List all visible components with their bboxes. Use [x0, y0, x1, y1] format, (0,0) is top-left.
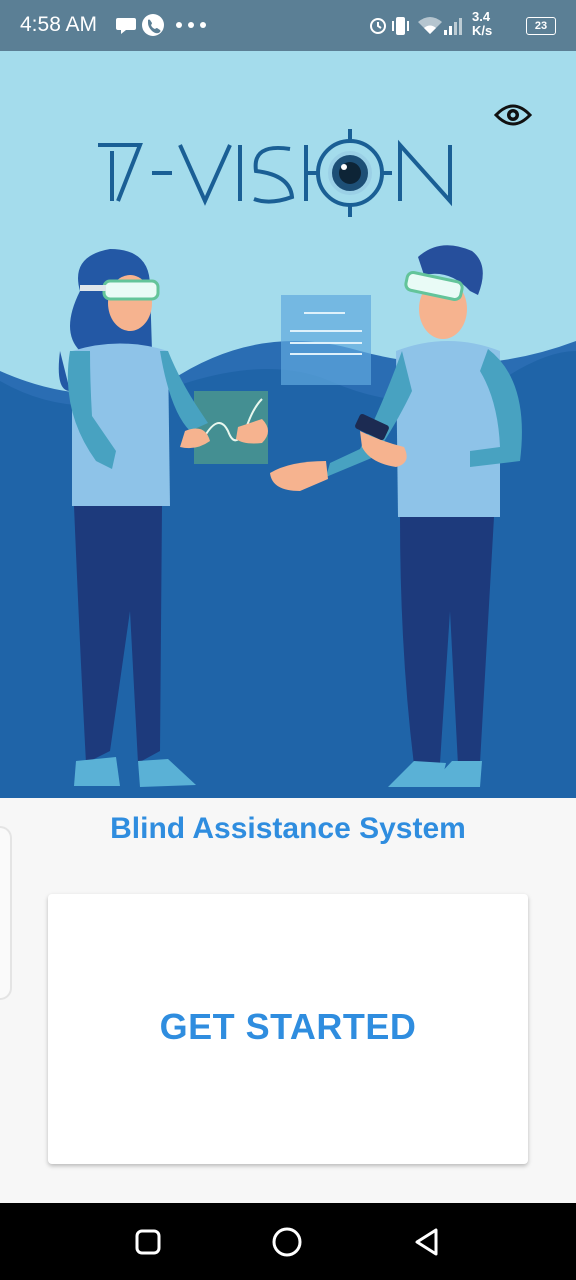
recents-square-icon[interactable]: [131, 1225, 165, 1259]
home-circle-icon[interactable]: [270, 1225, 304, 1259]
net-speed-value: 3.4: [472, 9, 491, 24]
hero-illustration: [0, 51, 576, 798]
net-speed: 3.4 K/s: [472, 10, 492, 38]
ivision-logo: [98, 129, 452, 217]
wifi-icon: [418, 17, 442, 34]
eye-icon[interactable]: [494, 101, 532, 129]
get-started-card[interactable]: GET STARTED: [48, 894, 528, 1164]
chat-bubble-icon: [116, 18, 136, 34]
notification-icons: [116, 14, 206, 36]
get-started-button[interactable]: GET STARTED: [48, 1006, 528, 1048]
back-triangle-icon[interactable]: [410, 1225, 444, 1259]
net-speed-unit: K/s: [472, 23, 493, 38]
alarm-icon: [370, 18, 386, 34]
signal-icon: [444, 18, 462, 35]
floating-panel-doc: [281, 295, 371, 385]
status-right: 3.4 K/s 23: [368, 10, 558, 42]
status-bar: 4:58 AM 3.4 K/s 23: [0, 0, 576, 51]
scene-art: [0, 129, 576, 798]
status-time: 4:58 AM: [20, 13, 98, 36]
app-subtitle: Blind Assistance System: [110, 812, 466, 845]
system-nav-bar: [0, 1203, 576, 1280]
phone-icon: [142, 14, 164, 36]
more-dots-icon: [176, 22, 206, 28]
battery-level: 23: [534, 20, 548, 32]
battery-icon: 23: [526, 17, 556, 35]
vibrate-icon: [392, 17, 409, 35]
side-drawer-handle[interactable]: [0, 826, 12, 1000]
